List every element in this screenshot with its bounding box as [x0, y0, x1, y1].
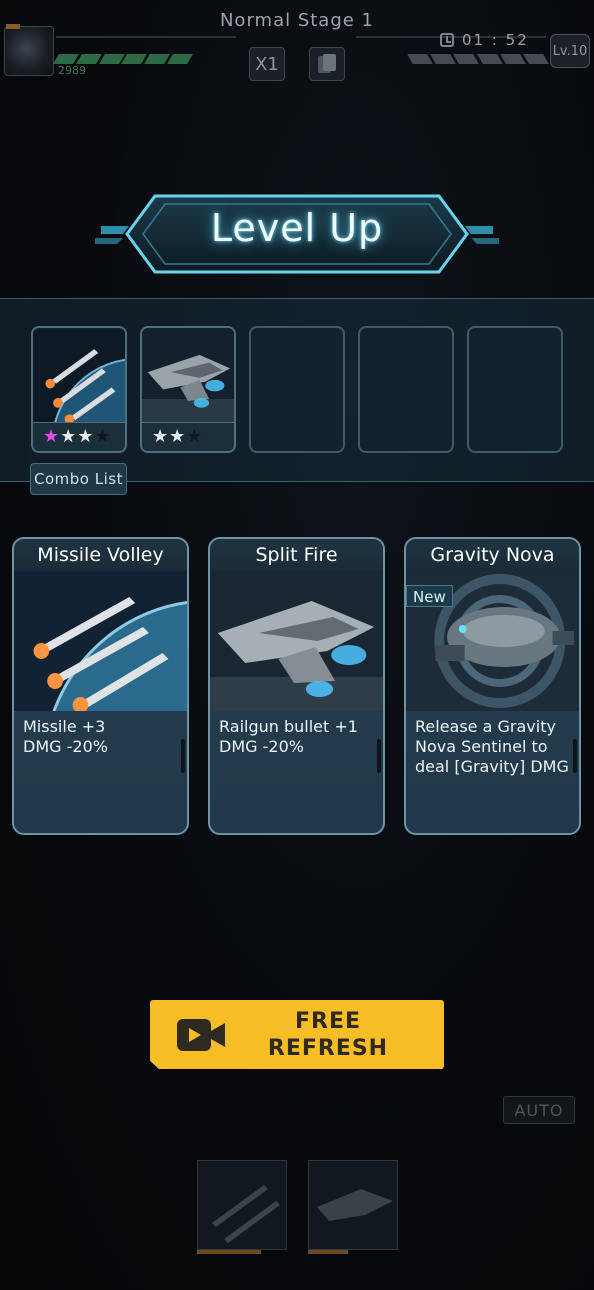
bottom-weapon-slot-1[interactable] [197, 1160, 287, 1250]
star-icon: ★ [60, 426, 77, 447]
card-description: Release a Gravity Nova Sentinel to deal … [415, 717, 569, 776]
skill-card-split-fire[interactable]: Split Fire Railgun bullet +1 DMG -20% [208, 537, 385, 835]
avatar-rank-stripe [6, 24, 20, 29]
split-fire-stars: ★ ★ ★ [142, 422, 234, 451]
combo-slot-missile-volley[interactable]: ★ ★ ★ ★ [31, 326, 127, 453]
free-refresh-label: FREE REFRESH [262, 1008, 394, 1062]
clock-icon [440, 33, 454, 47]
combo-slot-empty [358, 326, 454, 453]
cards-icon [318, 54, 336, 74]
split-fire-thumb [142, 330, 234, 422]
combo-slot-empty [467, 326, 563, 453]
new-badge: New [406, 585, 453, 607]
star-icon: ★ [169, 426, 186, 447]
star-icon: ★ [43, 426, 60, 447]
missile-volley-stars: ★ ★ ★ ★ [33, 422, 125, 451]
star-icon: ★ [152, 426, 169, 447]
bottom-weapon-slot-2[interactable] [308, 1160, 398, 1250]
cards-button[interactable] [309, 47, 345, 81]
hp-bar [53, 54, 193, 64]
free-label: FREE [294, 1009, 362, 1034]
weapon-thumb-missile [198, 1161, 286, 1249]
slot-bar [197, 1250, 261, 1254]
card-scrollbar[interactable] [181, 739, 185, 773]
card-title: Gravity Nova [406, 539, 579, 571]
card-description: Railgun bullet +1 DMG -20% [219, 717, 358, 756]
card-scrollbar[interactable] [377, 739, 381, 773]
weapon-thumb-railgun [309, 1161, 397, 1249]
timer-text: 01 : 52 [462, 31, 529, 49]
star-icon: ★ [186, 426, 203, 447]
stage-title: Normal Stage 1 [219, 10, 375, 31]
video-camera-icon [177, 1019, 225, 1051]
card-title: Missile Volley [14, 539, 187, 571]
player-avatar[interactable] [4, 26, 54, 76]
combo-slot-split-fire[interactable]: ★ ★ ★ [140, 326, 236, 453]
card-description: Missile +3 DMG -20% [23, 717, 108, 756]
xp-bar [407, 54, 549, 64]
star-icon: ★ [94, 426, 111, 447]
split-fire-art [210, 571, 383, 711]
level-badge: Lv.10 [550, 34, 590, 68]
level-up-title: Level Up [210, 206, 384, 250]
combo-list-tab[interactable]: Combo List [30, 463, 127, 495]
missile-volley-thumb [33, 330, 125, 424]
hud-line-left [56, 36, 236, 38]
star-icon: ★ [77, 426, 94, 447]
skill-card-missile-volley[interactable]: Missile Volley Missile +3 DMG -20% [12, 537, 189, 835]
speed-button[interactable]: X1 [249, 47, 285, 81]
skill-card-gravity-nova[interactable]: Gravity Nova New Release a Gravity Nova … [404, 537, 581, 835]
card-title: Split Fire [210, 539, 383, 571]
timer: 01 : 52 [440, 29, 529, 51]
card-scrollbar[interactable] [573, 739, 577, 773]
refresh-label: REFRESH [267, 1036, 389, 1061]
score-text: 2989 [58, 64, 86, 77]
free-refresh-button[interactable]: FREE REFRESH [150, 1000, 444, 1069]
slot-bar [308, 1250, 348, 1254]
combo-slot-empty [249, 326, 345, 453]
auto-button[interactable]: AUTO [503, 1096, 575, 1124]
missile-volley-art [14, 571, 187, 711]
